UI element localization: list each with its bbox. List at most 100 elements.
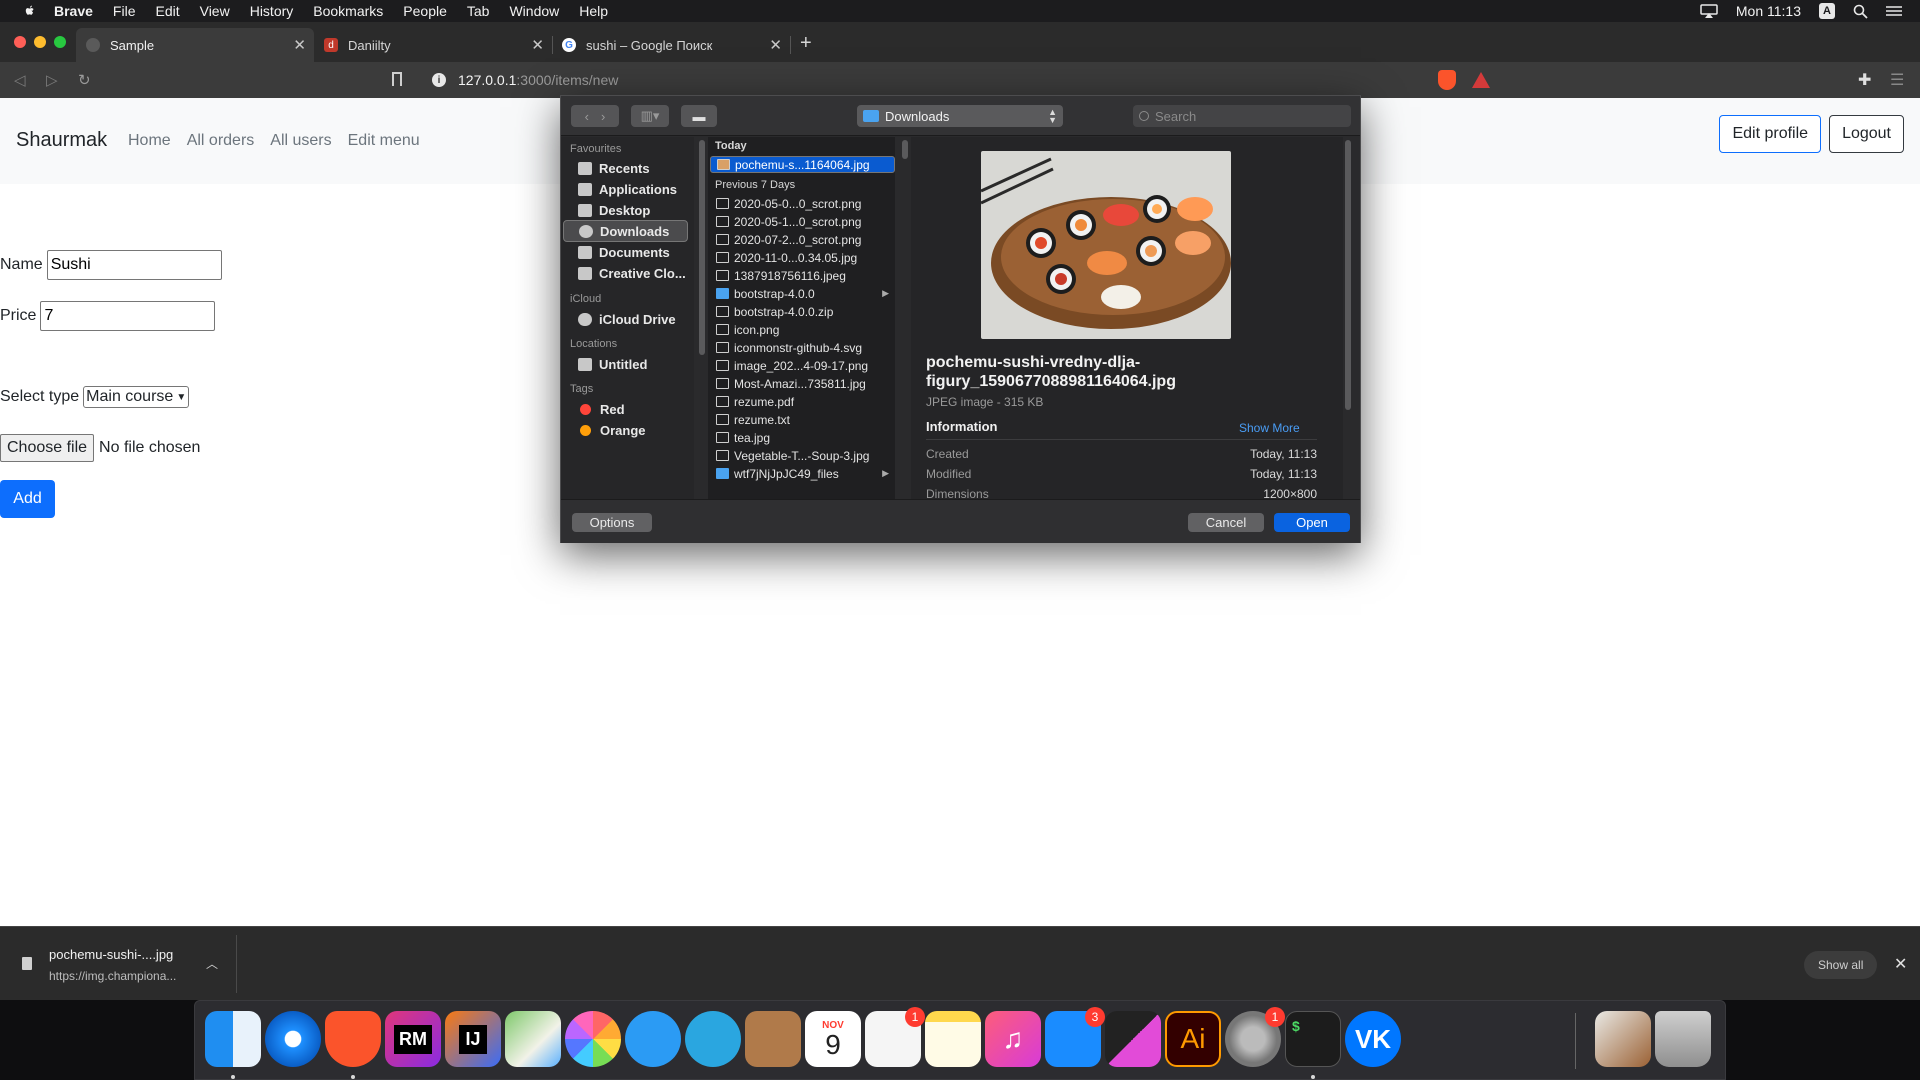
options-button[interactable]: Options	[572, 513, 652, 532]
menu-window[interactable]: Window	[509, 3, 559, 19]
address-bar[interactable]: i 127.0.0.1 :3000/items/new	[420, 65, 1500, 95]
add-button[interactable]: Add	[0, 480, 55, 518]
type-select[interactable]: Main course ▼	[83, 386, 190, 408]
input-source-icon[interactable]: A	[1819, 3, 1835, 19]
price-input[interactable]: 7	[40, 301, 216, 331]
show-all-button[interactable]: Show all	[1804, 951, 1878, 979]
system-preferences-icon[interactable]: 1	[1225, 1007, 1285, 1067]
calendar-icon[interactable]: NOV 9	[805, 1011, 861, 1067]
navbar-brand[interactable]: Shaurmak	[16, 129, 107, 152]
sidebar-item-tag-red[interactable]: Red	[563, 398, 688, 420]
site-info-icon[interactable]: i	[432, 73, 446, 87]
preview-scrollbar[interactable]	[1345, 140, 1351, 410]
file-row[interactable]: image_202...4-09-17.png	[710, 357, 895, 374]
chevron-left-icon[interactable]: ‹	[585, 109, 589, 124]
close-icon[interactable]: ✕	[1894, 954, 1907, 974]
control-center-icon[interactable]	[1886, 5, 1902, 17]
safari-icon[interactable]	[265, 1011, 321, 1067]
tab-daniilty[interactable]: d Daniilty ✕	[314, 28, 552, 62]
back-forward-control[interactable]: ‹ ›	[571, 105, 619, 127]
maps-icon[interactable]	[505, 1011, 561, 1067]
file-row[interactable]: 2020-07-2...0_scrot.png	[710, 231, 895, 248]
file-row[interactable]: Most-Amazi...735811.jpg	[710, 375, 895, 392]
airplay-icon[interactable]	[1700, 4, 1718, 18]
file-row[interactable]: iconmonstr-github-4.svg	[710, 339, 895, 356]
choose-file-button[interactable]: Choose file	[0, 434, 95, 462]
file-row[interactable]: icon.png	[710, 321, 895, 338]
view-mode-button[interactable]: ▥▾	[631, 105, 669, 127]
brave-shields-icon[interactable]	[1438, 70, 1456, 90]
apple-icon[interactable]	[20, 4, 40, 18]
tab-sample[interactable]: Sample ✕	[76, 28, 314, 62]
menu-tab[interactable]: Tab	[467, 3, 490, 19]
terminal-icon[interactable]: $	[1285, 1011, 1341, 1067]
trash-icon[interactable]	[1655, 1011, 1711, 1067]
forward-icon[interactable]: ▷	[46, 71, 58, 89]
chevron-right-icon[interactable]: ›	[601, 109, 605, 124]
downloads-stack-icon[interactable]	[1595, 1011, 1651, 1067]
nav-link-edit-menu[interactable]: Edit menu	[348, 132, 420, 150]
file-row[interactable]: Vegetable-T...-Soup-3.jpg	[710, 447, 895, 464]
menu-view[interactable]: View	[200, 3, 230, 19]
notes-icon[interactable]	[925, 1011, 981, 1067]
name-input[interactable]: Sushi	[46, 250, 222, 280]
menu-history[interactable]: History	[250, 3, 294, 19]
edit-profile-button[interactable]: Edit profile	[1719, 115, 1822, 153]
file-row[interactable]: 1387918756116.jpeg	[710, 267, 895, 284]
logout-button[interactable]: Logout	[1829, 115, 1904, 153]
folder-row[interactable]: bootstrap-4.0.0 ▶	[710, 285, 895, 302]
close-tab-icon[interactable]: ✕	[769, 36, 782, 54]
download-filename[interactable]: pochemu-sushi-....jpg	[49, 947, 173, 962]
brave-icon[interactable]	[325, 1011, 381, 1067]
file-row[interactable]: rezume.pdf	[710, 393, 895, 410]
menu-clock[interactable]: Mon 11:13	[1736, 3, 1801, 19]
zoom-window-button[interactable]	[54, 36, 66, 48]
app-store-icon[interactable]: 3	[1045, 1007, 1105, 1067]
show-more-link[interactable]: Show More	[1239, 421, 1300, 435]
sidebar-item-desktop[interactable]: Desktop	[563, 199, 688, 221]
close-window-button[interactable]	[14, 36, 26, 48]
open-button[interactable]: Open	[1274, 513, 1350, 532]
final-cut-icon[interactable]	[1105, 1011, 1161, 1067]
new-tab-icon[interactable]: +	[800, 32, 812, 55]
sidebar-item-recents[interactable]: Recents	[563, 157, 688, 179]
file-row-selected[interactable]: pochemu-s...1164064.jpg	[710, 156, 895, 173]
file-row[interactable]: tea.jpg	[710, 429, 895, 446]
intellij-icon[interactable]: IJ	[445, 1011, 501, 1067]
close-tab-icon[interactable]: ✕	[531, 36, 544, 54]
nav-link-all-users[interactable]: All users	[270, 132, 331, 150]
close-tab-icon[interactable]: ✕	[293, 36, 306, 54]
sidebar-item-documents[interactable]: Documents	[563, 241, 688, 263]
file-row[interactable]: 2020-11-0...0.34.05.jpg	[710, 249, 895, 266]
new-folder-button[interactable]: ▬	[681, 105, 717, 127]
sidebar-item-icloud-drive[interactable]: iCloud Drive	[563, 308, 688, 330]
bookmark-icon[interactable]	[392, 72, 402, 86]
location-popup[interactable]: Downloads ▲ ▼	[857, 105, 1063, 127]
minimize-window-button[interactable]	[34, 36, 46, 48]
music-icon[interactable]: ♫	[985, 1011, 1041, 1067]
tab-google-search[interactable]: G sushi – Google Поиск ✕	[552, 28, 790, 62]
illustrator-icon[interactable]: Ai	[1165, 1011, 1221, 1067]
back-icon[interactable]: ◁	[14, 71, 26, 89]
nav-link-all-orders[interactable]: All orders	[187, 132, 255, 150]
contacts-icon[interactable]	[745, 1011, 801, 1067]
reload-icon[interactable]: ↻	[78, 71, 91, 89]
menu-icon[interactable]: ☰	[1890, 70, 1904, 90]
dialog-search-field[interactable]: Search	[1133, 105, 1351, 127]
nav-link-home[interactable]: Home	[128, 132, 171, 150]
chevron-up-icon[interactable]: ︿	[206, 955, 218, 972]
messages-icon[interactable]	[625, 1011, 681, 1067]
menu-bookmarks[interactable]: Bookmarks	[313, 3, 383, 19]
sidebar-item-applications[interactable]: Applications	[563, 178, 688, 200]
photos-icon[interactable]	[565, 1011, 621, 1067]
menu-help[interactable]: Help	[579, 3, 608, 19]
telegram-icon[interactable]	[685, 1011, 741, 1067]
reminders-icon[interactable]: 1	[865, 1007, 925, 1067]
cancel-button[interactable]: Cancel	[1188, 513, 1264, 532]
menu-edit[interactable]: Edit	[155, 3, 179, 19]
sidebar-item-creative-cloud[interactable]: Creative Clo...	[563, 262, 688, 284]
sidebar-item-tag-orange[interactable]: Orange	[563, 419, 688, 441]
file-column-scrollbar[interactable]	[902, 140, 908, 159]
file-row[interactable]: 2020-05-0...0_scrot.png	[710, 195, 895, 212]
sidebar-item-downloads[interactable]: Downloads	[563, 220, 688, 242]
